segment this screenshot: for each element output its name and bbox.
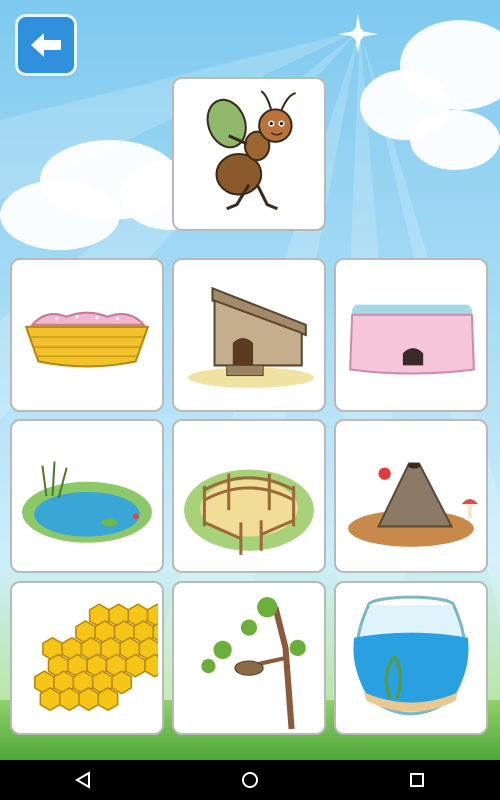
- honeycomb-cell: [124, 653, 146, 678]
- answer-card-anthill[interactable]: [334, 419, 488, 573]
- fenced-corral-illustration: [184, 469, 314, 555]
- basket-nest-illustration: [24, 311, 150, 368]
- honeycomb-cell: [97, 687, 119, 712]
- system-navigation-bar: [0, 760, 500, 800]
- answer-card-pink-burrow[interactable]: [334, 258, 488, 412]
- answer-card-basket-nest[interactable]: [10, 258, 164, 412]
- answer-card-fish-bowl[interactable]: [334, 581, 488, 735]
- honeycomb-cell: [78, 687, 100, 712]
- honeycomb-illustration: [34, 603, 158, 712]
- cloud: [410, 110, 500, 170]
- nav-home-button[interactable]: [230, 760, 270, 800]
- nav-recents-button[interactable]: [397, 760, 437, 800]
- fish-bowl-illustration: [353, 595, 469, 716]
- answer-card-bird-nest-tree[interactable]: [172, 581, 326, 735]
- nav-back-button[interactable]: [63, 760, 103, 800]
- honeycomb-cell: [39, 687, 61, 712]
- cloud: [0, 180, 120, 250]
- honeycomb-cell: [146, 603, 158, 628]
- pond-illustration: [22, 461, 152, 543]
- tree-nest-illustration: [201, 597, 306, 729]
- back-button[interactable]: [18, 17, 74, 73]
- pink-burrow-illustration: [349, 304, 475, 375]
- honeycomb-cell: [58, 687, 80, 712]
- arrow-left-icon: [31, 33, 61, 57]
- wooden-shed-illustration: [188, 286, 314, 388]
- answer-card-wooden-shed[interactable]: [172, 258, 326, 412]
- honeycomb-cell: [111, 670, 133, 695]
- answer-card-pond[interactable]: [10, 419, 164, 573]
- square-recents-icon: [409, 773, 424, 787]
- anthill-illustration: [348, 462, 478, 547]
- ant-with-sack-illustration: [206, 90, 296, 211]
- answer-card-corral[interactable]: [172, 419, 326, 573]
- circle-home-icon: [241, 772, 258, 788]
- prompt-card-ant: [172, 77, 326, 231]
- triangle-back-icon: [75, 771, 91, 789]
- answer-card-honeycomb[interactable]: [10, 581, 164, 735]
